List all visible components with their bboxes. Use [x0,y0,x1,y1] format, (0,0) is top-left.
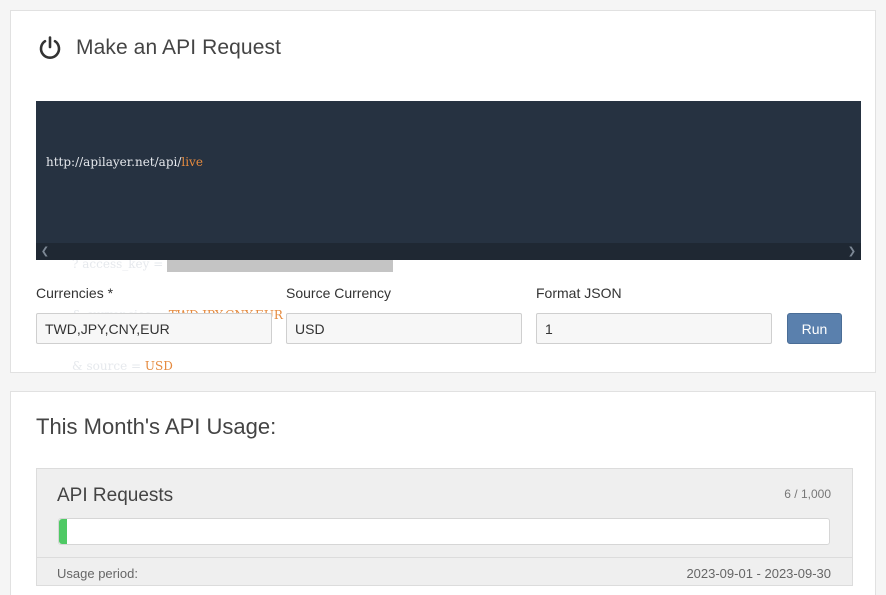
code-param-value: USD [144,359,173,373]
code-param-line: & source = USD [72,359,173,373]
usage-name: API Requests [57,485,174,506]
run-button[interactable]: Run [787,313,842,344]
request-title: Make an API Request [76,36,282,59]
code-url-line: http://apilayer.net/api/live [46,154,393,171]
code-base-url: http://apilayer.net/api/ [46,155,182,169]
usage-footer: Usage period: 2023-09-01 - 2023-09-30 [37,557,852,587]
usage-count: 6 / 1,000 [784,487,831,501]
code-param-key: source [86,359,128,373]
api-request-panel: Make an API Request http://apilayer.net/… [10,10,876,424]
power-icon [37,35,63,61]
api-usage-panel: This Month's API Usage: API Requests 6 /… [10,391,876,595]
request-header: Make an API Request [37,33,281,63]
usage-title: This Month's API Usage: [36,414,277,439]
currencies-input[interactable] [36,313,272,344]
format-json-input[interactable] [536,313,772,344]
horizontal-scrollbar[interactable]: ❮ ❯ [36,243,861,260]
format-json-label: Format JSON [536,285,622,301]
usage-period-value: 2023-09-01 - 2023-09-30 [686,566,831,581]
scroll-left-icon[interactable]: ❮ [38,243,52,260]
usage-progress-fill [59,519,67,544]
source-currency-input[interactable] [286,313,522,344]
usage-period-label: Usage period: [57,566,138,581]
usage-progress-bar [58,518,830,545]
code-endpoint: live [181,155,203,169]
source-currency-label: Source Currency [286,285,392,301]
currencies-label: Currencies * [36,285,114,301]
code-block: http://apilayer.net/api/live ? access_ke… [36,101,861,424]
scroll-right-icon[interactable]: ❯ [845,243,859,260]
usage-box: API Requests 6 / 1,000 Usage period: 202… [36,468,853,586]
